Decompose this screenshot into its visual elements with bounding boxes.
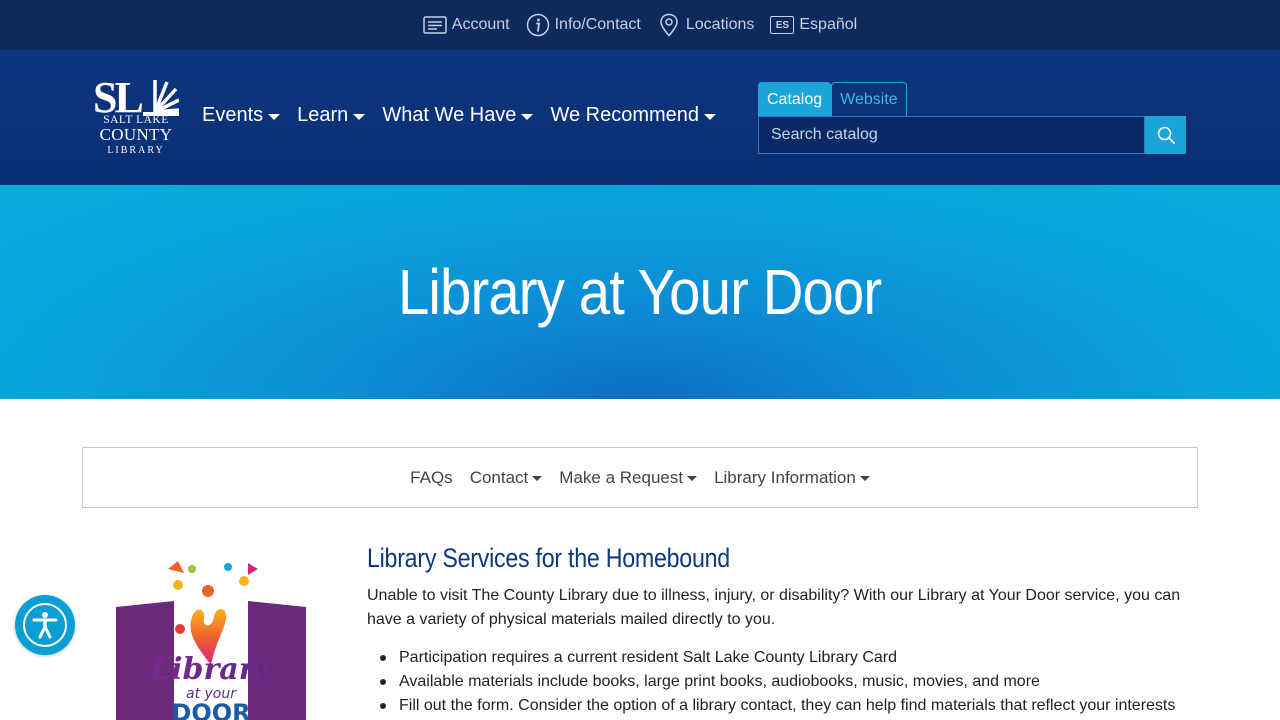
list-item: Fill out the form. Consider the option o… xyxy=(380,694,1187,718)
subnav-contact[interactable]: Contact xyxy=(470,468,543,488)
locations-label: Locations xyxy=(685,16,755,33)
list-item: Available materials include books, large… xyxy=(380,670,1187,694)
info-contact-label: Info/Contact xyxy=(554,16,641,33)
logo-mark-icon: SL xyxy=(93,76,179,116)
nav-what-we-have[interactable]: What We Have xyxy=(382,104,534,127)
locations-link[interactable]: Locations xyxy=(657,13,755,37)
promo-line-3: DOOR xyxy=(171,699,250,720)
accessibility-button[interactable] xyxy=(15,595,75,655)
subnav-make-a-request[interactable]: Make a Request xyxy=(559,467,698,488)
search-row xyxy=(758,116,1186,154)
account-link[interactable]: Account xyxy=(423,13,510,37)
chevron-down-icon xyxy=(521,113,534,120)
section-heading: Library Services for the Homebound xyxy=(367,543,730,573)
subnav-library-information-label: Library Information xyxy=(714,467,856,487)
chevron-down-icon xyxy=(532,476,543,481)
sub-nav: FAQs Contact Make a Request Library Info… xyxy=(82,447,1198,508)
subnav-faqs-label: FAQs xyxy=(410,467,453,487)
library-logo[interactable]: SL SALT LAKE COUNTY LIBRARY xyxy=(93,76,179,158)
subnav-contact-label: Contact xyxy=(469,467,529,487)
page-title: Library at Your Door xyxy=(398,256,882,328)
nav-events[interactable]: Events xyxy=(202,104,281,127)
utility-bar: Account Info/Contact Locations ES Españo… xyxy=(0,0,1280,50)
info-contact-link[interactable]: Info/Contact xyxy=(526,13,641,37)
chevron-down-icon xyxy=(353,113,366,120)
service-details-list: Participation requires a current residen… xyxy=(367,646,1187,718)
main-header: SL SALT LAKE COUNTY LIBRARY Events Learn… xyxy=(0,50,1280,185)
logo-line-2: COUNTY xyxy=(99,125,173,144)
es-icon-text: ES xyxy=(775,19,790,31)
hero-banner: Library at Your Door xyxy=(0,185,1280,399)
espanol-label: Español xyxy=(799,16,858,33)
subnav-faqs[interactable]: FAQs xyxy=(410,468,453,488)
logo-line-3: LIBRARY xyxy=(107,145,165,156)
account-label: Account xyxy=(451,16,510,33)
search-area: Catalog Website xyxy=(758,82,1186,154)
main-nav: Events Learn What We Have We Recommend xyxy=(202,104,717,127)
tab-website[interactable]: Website xyxy=(831,82,907,116)
logo-mark-text: SL xyxy=(93,76,142,116)
search-input[interactable] xyxy=(758,116,1145,154)
chevron-down-icon xyxy=(268,113,281,120)
library-at-your-door-logo: Library at your DOOR xyxy=(116,561,306,720)
search-tabs: Catalog Website xyxy=(758,82,1186,116)
nav-we-recommend[interactable]: We Recommend xyxy=(550,104,717,127)
id-card-icon xyxy=(423,13,447,37)
nav-learn[interactable]: Learn xyxy=(297,104,366,127)
espanol-link[interactable]: ES Español xyxy=(770,16,857,34)
map-pin-icon xyxy=(657,13,681,37)
tab-catalog[interactable]: Catalog xyxy=(758,82,832,116)
list-item: Participation requires a current residen… xyxy=(380,646,1187,670)
main-content: Library Services for the Homebound Unabl… xyxy=(367,540,1187,718)
search-button[interactable] xyxy=(1145,116,1186,154)
chevron-down-icon xyxy=(687,476,698,481)
accessibility-icon xyxy=(23,603,67,647)
nav-what-we-have-label: What We Have xyxy=(382,104,517,126)
promo-line-1: Library xyxy=(149,652,275,687)
nav-learn-label: Learn xyxy=(297,104,349,126)
nav-we-recommend-label: We Recommend xyxy=(550,104,700,126)
nav-events-label: Events xyxy=(202,104,264,126)
info-icon xyxy=(526,13,550,37)
intro-paragraph: Unable to visit The County Library due t… xyxy=(367,587,1181,628)
subnav-make-a-request-label: Make a Request xyxy=(559,467,684,487)
chevron-down-icon xyxy=(859,476,870,481)
chevron-down-icon xyxy=(704,113,717,120)
search-icon xyxy=(1157,126,1175,144)
subnav-library-information[interactable]: Library Information xyxy=(714,468,870,488)
es-icon: ES xyxy=(770,16,795,34)
